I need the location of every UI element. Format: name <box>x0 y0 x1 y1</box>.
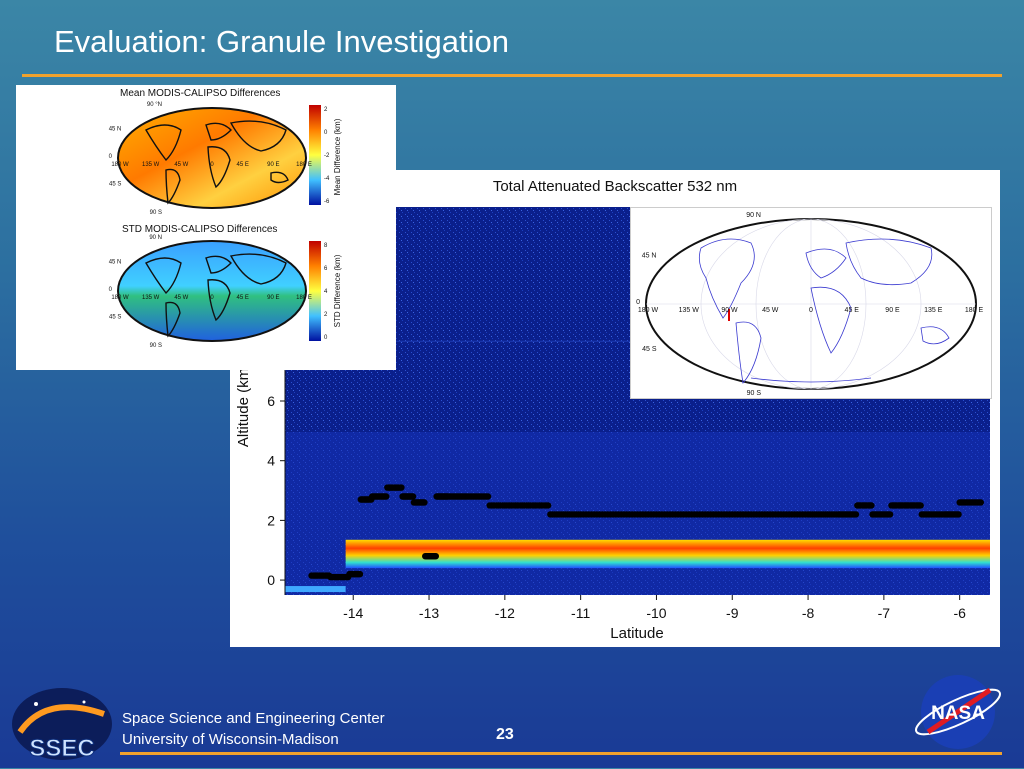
map-lon-label: 135 W <box>679 307 700 314</box>
surface-return-band <box>345 539 991 569</box>
map-lon-label: 45 W <box>174 162 188 168</box>
cloud-top-marker <box>398 484 405 491</box>
cloud-top-marker <box>356 570 364 578</box>
cloud-top-marker <box>421 499 428 506</box>
map-lat-label: 90 S <box>150 210 162 216</box>
ssec-logo-text: SSEC <box>29 735 94 762</box>
cloud-top-marker <box>409 493 417 500</box>
slide-title: Evaluation: Granule Investigation <box>54 24 509 59</box>
map-lat-label: 90 °N <box>147 102 162 108</box>
nasa-logo: NASA <box>908 670 1008 754</box>
colorbar-tick-label: 2 <box>324 107 328 113</box>
x-tick-label: -13 <box>419 605 439 621</box>
x-tick-label: -8 <box>802 605 815 621</box>
map-lat-label: 45 N <box>109 127 122 133</box>
cloud-top-marker <box>544 502 552 509</box>
cloud-top-marker <box>868 502 875 509</box>
x-tick-label: -10 <box>646 605 666 621</box>
map-lon-label: 90 E <box>267 162 279 168</box>
map-lat-label: 90 N <box>149 235 162 241</box>
cloud-top-marker <box>432 553 440 560</box>
colorbar-tick-label: 2 <box>324 312 328 318</box>
map-lon-label: 180 W <box>638 307 659 314</box>
x-axis-label: Latitude <box>610 625 663 642</box>
map-lon-label: 135 W <box>142 162 160 168</box>
x-tick-label: -7 <box>878 605 891 621</box>
colorbar-tick-label: -4 <box>324 176 330 182</box>
y-tick-label: 6 <box>267 393 275 409</box>
map-lon-label: 0 <box>809 307 813 314</box>
map-lon-label: 45 E <box>236 162 248 168</box>
colorbar-tick-label: 0 <box>324 130 328 136</box>
map-lat-label: 90 S <box>150 343 162 349</box>
colorbar-tick-label: -6 <box>324 199 330 205</box>
surface-return-band-left <box>285 586 346 593</box>
map-lat-label: 0 <box>109 154 113 160</box>
std-colorbar <box>309 241 321 341</box>
y-tick-label: 4 <box>267 453 275 469</box>
footer-divider <box>120 752 1002 755</box>
cloud-top-marker <box>383 493 390 500</box>
map-lat-label: 90 S <box>747 390 762 397</box>
map-lon-label: 90 W <box>721 307 738 314</box>
difference-maps-svg: 2 0 -2 -4 -6 Mean Difference (km) 90 °N 45 N 0… <box>109 102 342 349</box>
cloud-top-marker <box>484 493 492 500</box>
nasa-logo-text: NASA <box>931 703 985 724</box>
colorbar-tick-label: 4 <box>324 289 328 295</box>
map-lon-label: 90 E <box>267 295 279 301</box>
title-divider <box>22 74 1002 77</box>
cloud-top-marker <box>886 511 894 518</box>
map-lat-label: 45 S <box>109 315 121 321</box>
backscatter-title: Total Attenuated Backscatter 532 nm <box>493 178 737 195</box>
y-tick-label: 0 <box>267 572 275 588</box>
difference-maps-panel: Mean MODIS-CALIPSO Differences STD MODIS… <box>16 85 396 370</box>
x-tick-label: -9 <box>726 605 739 621</box>
footer-org-name: Space Science and Engineering Center <box>122 710 385 727</box>
map-lon-label: 45 W <box>762 307 779 314</box>
inset-map-svg: 90 N 45 N 0 45 S 90 S 180 W 135 W 90 W 45 W 0 45 E… <box>636 212 984 397</box>
track-inset-map: 90 N 45 N 0 45 S 90 S 180 W 135 W 90 W 45 W 0 45 E… <box>630 207 992 399</box>
map-lon-label: 90 E <box>885 307 900 314</box>
x-tick-label: -6 <box>953 605 966 621</box>
map-lon-label: 45 E <box>845 307 860 314</box>
map-lon-label: 45 W <box>174 295 188 301</box>
cloud-top-marker <box>917 502 924 509</box>
colorbar-tick-label: 0 <box>324 335 328 341</box>
x-tick-label: -14 <box>343 605 363 621</box>
y-axis-label: Altitude (km) <box>235 363 252 447</box>
map-lat-label: 0 <box>636 299 640 306</box>
map-lon-label: 135 W <box>142 295 160 301</box>
map-lon-label: 180 W <box>111 162 129 168</box>
colorbar-tick-label: 6 <box>324 266 328 272</box>
map-lon-label: 180 E <box>296 162 312 168</box>
colorbar-tick-label: -2 <box>324 153 330 159</box>
map-lon-label: 180 W <box>111 295 129 301</box>
std-colorbar-label: STD Difference (km) <box>333 254 342 327</box>
map-lat-label: 45 N <box>642 252 657 259</box>
map-lat-label: 45 S <box>642 346 657 353</box>
x-tick-label: -12 <box>495 605 515 621</box>
colorbar-tick-label: 8 <box>324 243 328 249</box>
map-lon-label: 180 E <box>296 295 312 301</box>
map-lat-label: 45 S <box>109 182 121 188</box>
mean-colorbar <box>309 105 321 205</box>
mean-colorbar-label: Mean Difference (km) <box>333 118 342 195</box>
page-number: 23 <box>496 726 514 743</box>
cloud-top-marker <box>852 511 860 518</box>
ssec-logo: SSEC <box>6 684 114 764</box>
cloud-top-marker <box>955 511 962 518</box>
footer-university: University of Wisconsin-Madison <box>122 731 339 748</box>
cloud-top-marker <box>977 499 984 506</box>
map-lon-label: 180 E <box>965 307 984 314</box>
map-lat-label: 90 N <box>746 212 761 219</box>
y-tick-label: 2 <box>267 512 275 528</box>
map-lat-label: 0 <box>109 287 113 293</box>
map-lat-label: 45 N <box>109 260 122 266</box>
map-lon-label: 45 E <box>236 295 248 301</box>
x-tick-label: -11 <box>571 605 590 621</box>
map-lon-label: 135 E <box>924 307 943 314</box>
